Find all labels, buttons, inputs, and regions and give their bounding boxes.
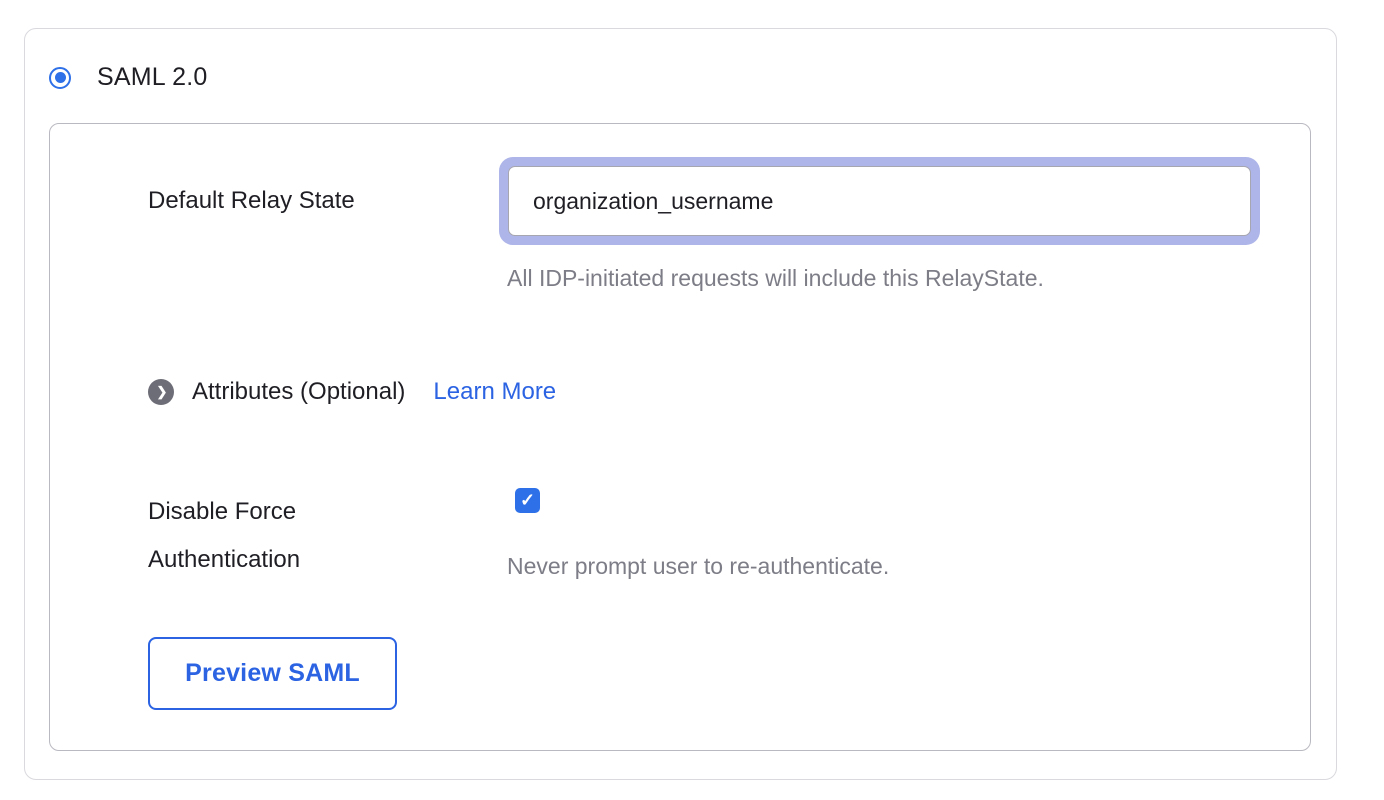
force-auth-help: Never prompt user to re-authenticate. <box>507 551 889 581</box>
saml-radio-label: SAML 2.0 <box>97 63 207 92</box>
force-auth-checkbox[interactable]: ✓ <box>515 488 540 513</box>
saml-config-panel: Default Relay State All IDP-initiated re… <box>49 123 1311 751</box>
chevron-right-icon[interactable]: ❯ <box>148 379 174 405</box>
force-auth-label: Disable Force Authentication <box>148 488 499 584</box>
relay-state-input[interactable] <box>508 166 1251 236</box>
radio-selected-dot <box>55 72 66 83</box>
preview-saml-button[interactable]: Preview SAML <box>148 637 397 710</box>
relay-state-focus-ring <box>499 157 1260 245</box>
relay-state-label: Default Relay State <box>148 157 499 293</box>
saml-radio-button[interactable] <box>49 67 71 89</box>
force-auth-control: ✓ Never prompt user to re-authenticate. <box>499 488 889 584</box>
saml-radio-row: SAML 2.0 <box>25 29 1336 92</box>
relay-state-help: All IDP-initiated requests will include … <box>507 263 1260 293</box>
saml-settings-card: SAML 2.0 Default Relay State All IDP-ini… <box>24 28 1337 780</box>
attributes-row: ❯ Attributes (Optional) Learn More <box>148 378 1310 406</box>
learn-more-link[interactable]: Learn More <box>433 378 556 406</box>
relay-state-row: Default Relay State All IDP-initiated re… <box>148 157 1310 293</box>
force-auth-row: Disable Force Authentication ✓ Never pro… <box>148 488 1310 584</box>
attributes-label: Attributes (Optional) <box>192 378 405 406</box>
relay-state-control: All IDP-initiated requests will include … <box>499 157 1260 293</box>
check-icon: ✓ <box>520 490 535 511</box>
